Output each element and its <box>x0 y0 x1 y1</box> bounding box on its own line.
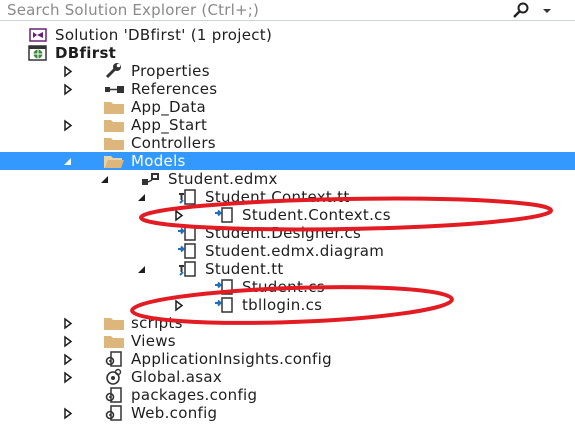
tree-item-label: packages.config <box>131 386 258 404</box>
tree-item[interactable]: Solution 'DBfirst' (1 project) <box>0 26 575 44</box>
diagram-file-icon <box>177 242 199 260</box>
references-icon <box>103 80 125 98</box>
tree-item[interactable]: DBfirst <box>0 44 575 62</box>
solution-icon <box>27 26 49 44</box>
tree-item-label: Views <box>131 332 176 350</box>
tree-item[interactable]: Views <box>0 332 575 350</box>
tree-item[interactable]: Models <box>0 152 575 170</box>
collapse-arrow-icon[interactable] <box>98 170 112 188</box>
tree-item-label: DBfirst <box>55 44 117 62</box>
web-project-icon <box>27 44 49 62</box>
config-file-icon <box>103 404 125 422</box>
collapse-arrow-icon[interactable] <box>61 152 75 170</box>
tree-item-label: Student.Context.tt <box>205 188 350 206</box>
config-file-icon <box>103 350 125 368</box>
collapse-arrow-icon[interactable] <box>135 260 149 278</box>
tree-item[interactable]: Student.Context.cs <box>0 206 575 224</box>
tree-item[interactable]: tbllogin.cs <box>0 296 575 314</box>
wrench-icon <box>103 62 125 80</box>
tree-item[interactable]: Global.asax <box>0 368 575 386</box>
tree-item[interactable]: Web.config <box>0 404 575 422</box>
tree-item[interactable]: Student.Context.tt <box>0 188 575 206</box>
tree-item-label: Student.edmx.diagram <box>205 242 385 260</box>
edmx-icon <box>140 170 162 188</box>
cs-file-icon <box>177 224 199 242</box>
tree-item-label: Student.cs <box>242 278 325 296</box>
tree-item-label: Student.edmx <box>168 170 278 188</box>
tree-item-label: Properties <box>131 62 210 80</box>
tree-item[interactable]: packages.config <box>0 386 575 404</box>
cs-file-icon <box>214 278 236 296</box>
tree-item[interactable]: Student.edmx <box>0 170 575 188</box>
search-icon[interactable] <box>509 1 533 19</box>
tree-item[interactable]: Properties <box>0 62 575 80</box>
expand-arrow-icon[interactable] <box>61 314 75 332</box>
global-asax-icon <box>103 368 125 386</box>
tree-item-label: Global.asax <box>131 368 222 386</box>
tree-item[interactable]: scripts <box>0 314 575 332</box>
expand-arrow-icon[interactable] <box>61 332 75 350</box>
tree-item-label: Models <box>131 152 186 170</box>
expand-arrow-icon[interactable] <box>61 404 75 422</box>
tree-item[interactable]: App_Start <box>0 116 575 134</box>
expand-arrow-icon[interactable] <box>61 62 75 80</box>
tree-item-label: Controllers <box>131 134 216 152</box>
tree-item[interactable]: Student.edmx.diagram <box>0 242 575 260</box>
tree-item-label: scripts <box>131 314 183 332</box>
cs-file-icon <box>214 296 236 314</box>
search-input[interactable]: Search Solution Explorer (Ctrl+;) <box>7 0 259 20</box>
expand-arrow-icon[interactable] <box>172 206 186 224</box>
tree-item-label: App_Start <box>131 116 208 134</box>
folder-icon <box>103 134 125 152</box>
folder-icon <box>103 98 125 116</box>
config-file-icon <box>103 386 125 404</box>
expand-arrow-icon[interactable] <box>61 80 75 98</box>
tree-item[interactable]: App_Data <box>0 98 575 116</box>
folder-icon <box>103 332 125 350</box>
expand-arrow-icon[interactable] <box>61 368 75 386</box>
tree-item-label: Solution 'DBfirst' (1 project) <box>55 26 273 44</box>
open-folder-icon <box>103 152 125 170</box>
tree-item-label: Web.config <box>131 404 218 422</box>
tree-item[interactable]: Controllers <box>0 134 575 152</box>
cs-file-icon <box>214 206 236 224</box>
tree-item[interactable]: References <box>0 80 575 98</box>
tree-item[interactable]: Student.Designer.cs <box>0 224 575 242</box>
t4-template-icon <box>177 260 199 278</box>
tree-item-label: ApplicationInsights.config <box>131 350 332 368</box>
tree-item-label: Student.Designer.cs <box>205 224 362 242</box>
folder-icon <box>103 116 125 134</box>
folder-icon <box>103 314 125 332</box>
tree-item[interactable]: Student.tt <box>0 260 575 278</box>
tree-item-label: Student.Context.cs <box>242 206 391 224</box>
tree-item[interactable]: ApplicationInsights.config <box>0 350 575 368</box>
expand-arrow-icon[interactable] <box>61 350 75 368</box>
tree-item[interactable]: Student.cs <box>0 278 575 296</box>
tree-item-label: tbllogin.cs <box>242 296 323 314</box>
collapse-arrow-icon[interactable] <box>135 188 149 206</box>
expand-arrow-icon[interactable] <box>172 296 186 314</box>
chevron-down-icon[interactable] <box>539 1 555 19</box>
t4-template-icon <box>177 188 199 206</box>
tree-item-label: Student.tt <box>205 260 284 278</box>
expand-arrow-icon[interactable] <box>61 116 75 134</box>
tree-item-label: References <box>131 80 218 98</box>
search-box[interactable]: Search Solution Explorer (Ctrl+;) <box>0 0 575 21</box>
tree-item-label: App_Data <box>131 98 207 116</box>
